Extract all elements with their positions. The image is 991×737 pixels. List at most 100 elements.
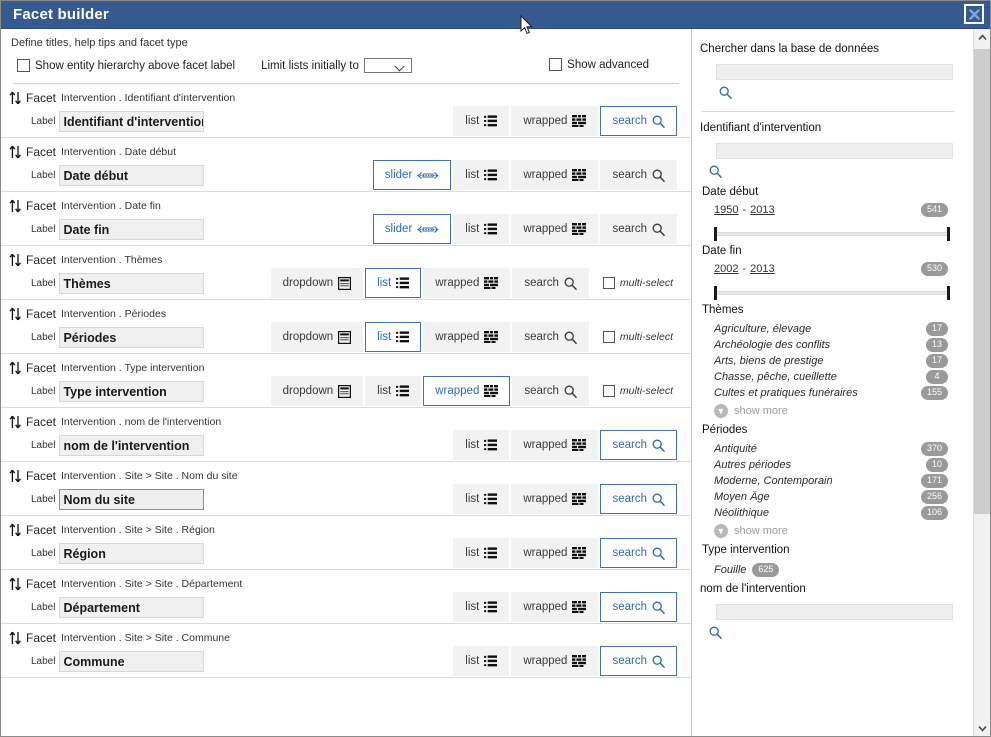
facet-type-search-button[interactable]: search: [512, 268, 589, 298]
facet-label-input[interactable]: nom de l'intervention: [59, 435, 204, 456]
slider-handle-left[interactable]: [714, 227, 717, 241]
db-search-search-button[interactable]: [714, 81, 736, 103]
facet-reorder-handle[interactable]: [9, 307, 23, 321]
show-advanced-checkbox[interactable]: [549, 58, 562, 71]
facet-type-wrapped-button[interactable]: wrapped: [511, 538, 598, 568]
facet-type-wrapped-button[interactable]: wrapped: [511, 430, 598, 460]
range-from[interactable]: 2002: [714, 263, 738, 275]
scrollbar-thumb[interactable]: [974, 49, 990, 514]
facet-type-search-button[interactable]: search: [600, 106, 677, 136]
show-advanced-option[interactable]: Show advanced: [549, 58, 649, 71]
show-more-button[interactable]: ▼show more: [714, 524, 956, 538]
facet-type-slider-button[interactable]: slider: [373, 214, 451, 244]
facet-label-input[interactable]: Identifiant d'intervention: [59, 111, 204, 132]
multi-select-option[interactable]: multi-select: [595, 322, 679, 352]
facet-type-dropdown-button[interactable]: dropdown: [271, 376, 364, 406]
scroll-down-button[interactable]: [974, 720, 990, 737]
facet-type-search-button[interactable]: search: [600, 430, 677, 460]
facet-type-search-button[interactable]: search: [600, 484, 677, 514]
slider-handle-left[interactable]: [714, 286, 717, 300]
facet-reorder-handle[interactable]: [9, 253, 23, 267]
facet-type-wrapped-button[interactable]: wrapped: [511, 160, 598, 190]
slider-handle-right[interactable]: [947, 227, 950, 241]
facet-reorder-handle[interactable]: [9, 361, 23, 375]
facet-type-search-button[interactable]: search: [512, 322, 589, 352]
facet-label-input[interactable]: Département: [59, 597, 204, 618]
preview-facet-value[interactable]: Archéologie des conflits13: [700, 337, 956, 353]
preview-facet-value[interactable]: Cultes et pratiques funéraires155: [700, 385, 956, 401]
preview-search-6-search-button[interactable]: [704, 621, 726, 643]
facet-type-list-button[interactable]: list: [453, 538, 509, 568]
preview-search-0-search-button[interactable]: [704, 160, 726, 182]
show-more-button[interactable]: ▼show more: [714, 404, 956, 418]
facet-type-search-button[interactable]: search: [600, 538, 677, 568]
facet-type-search-button[interactable]: search: [512, 376, 589, 406]
facet-type-list-button[interactable]: list: [453, 214, 509, 244]
show-hierarchy-option[interactable]: Show entity hierarchy above facet label: [17, 59, 235, 72]
facet-type-list-button[interactable]: list: [365, 376, 421, 406]
facet-type-wrapped-button[interactable]: wrapped: [511, 646, 598, 676]
facet-type-wrapped-button[interactable]: wrapped: [511, 214, 598, 244]
facet-type-wrapped-button[interactable]: wrapped: [511, 592, 598, 622]
preview-facet-value[interactable]: Agriculture, élevage17: [700, 321, 956, 337]
preview-facet-value[interactable]: Moderne, Contemporain171: [700, 473, 956, 489]
facet-type-wrapped-button[interactable]: wrapped: [423, 322, 510, 352]
facet-type-list-button[interactable]: list: [453, 592, 509, 622]
facet-type-wrapped-button[interactable]: wrapped: [511, 484, 598, 514]
multi-select-option[interactable]: multi-select: [595, 268, 679, 298]
facet-label-input[interactable]: Date début: [59, 165, 204, 186]
preview-facet-value[interactable]: Autres périodes10: [700, 457, 956, 473]
slider-handle-right[interactable]: [947, 286, 950, 300]
facet-reorder-handle[interactable]: [9, 199, 23, 213]
facet-label-input[interactable]: Région: [59, 543, 204, 564]
facet-reorder-handle[interactable]: [9, 415, 23, 429]
multi-select-checkbox[interactable]: [603, 331, 615, 343]
facet-reorder-handle[interactable]: [9, 145, 23, 159]
limit-lists-select[interactable]: [364, 58, 412, 73]
facet-type-wrapped-button[interactable]: wrapped: [511, 106, 598, 136]
facet-type-wrapped-button[interactable]: wrapped: [423, 268, 510, 298]
preview-range-slider[interactable]: [714, 286, 950, 300]
preview-search-0-input[interactable]: [716, 143, 953, 159]
facet-value-name[interactable]: Fouille: [714, 564, 746, 576]
facet-type-list-button[interactable]: list: [453, 484, 509, 514]
facet-type-search-button[interactable]: search: [600, 592, 677, 622]
facet-type-list-button[interactable]: list: [365, 268, 421, 298]
preview-scrollbar[interactable]: [973, 29, 990, 737]
facet-reorder-handle[interactable]: [9, 91, 23, 105]
facet-type-list-button[interactable]: list: [453, 160, 509, 190]
show-hierarchy-checkbox[interactable]: [17, 59, 30, 72]
preview-facet-value[interactable]: Arts, biens de prestige17: [700, 353, 956, 369]
facet-type-search-button[interactable]: search: [600, 160, 677, 190]
facet-label-input[interactable]: Date fin: [59, 219, 204, 240]
facet-label-input[interactable]: Nom du site: [59, 489, 204, 510]
facet-reorder-handle[interactable]: [9, 523, 23, 537]
facet-type-list-button[interactable]: list: [365, 322, 421, 352]
db-search-input[interactable]: [716, 64, 953, 80]
facet-type-list-button[interactable]: list: [453, 646, 509, 676]
preview-facet-value[interactable]: Antiquité370: [700, 441, 956, 457]
close-button[interactable]: [964, 4, 984, 24]
multi-select-checkbox[interactable]: [603, 277, 615, 289]
preview-facet-value[interactable]: Chasse, pêche, cueillette4: [700, 369, 956, 385]
facet-label-input[interactable]: Thèmes: [59, 273, 204, 294]
preview-facet-value[interactable]: Néolithique106: [700, 505, 956, 521]
facet-reorder-handle[interactable]: [9, 469, 23, 483]
range-to[interactable]: 2013: [750, 263, 774, 275]
preview-facet-value[interactable]: Moyen Âge256: [700, 489, 956, 505]
facet-reorder-handle[interactable]: [9, 631, 23, 645]
facet-label-input[interactable]: Périodes: [59, 327, 204, 348]
facet-reorder-handle[interactable]: [9, 577, 23, 591]
multi-select-checkbox[interactable]: [603, 385, 615, 397]
range-from[interactable]: 1950: [714, 204, 738, 216]
scroll-up-button[interactable]: [974, 29, 990, 46]
range-to[interactable]: 2013: [750, 204, 774, 216]
multi-select-option[interactable]: multi-select: [595, 376, 679, 406]
facet-type-search-button[interactable]: search: [600, 646, 677, 676]
preview-search-6-input[interactable]: [716, 604, 953, 620]
facet-type-list-button[interactable]: list: [453, 430, 509, 460]
facet-type-list-button[interactable]: list: [453, 106, 509, 136]
facet-label-input[interactable]: Type intervention: [59, 381, 204, 402]
preview-range-slider[interactable]: [714, 227, 950, 241]
facet-type-wrapped-button[interactable]: wrapped: [423, 376, 510, 406]
